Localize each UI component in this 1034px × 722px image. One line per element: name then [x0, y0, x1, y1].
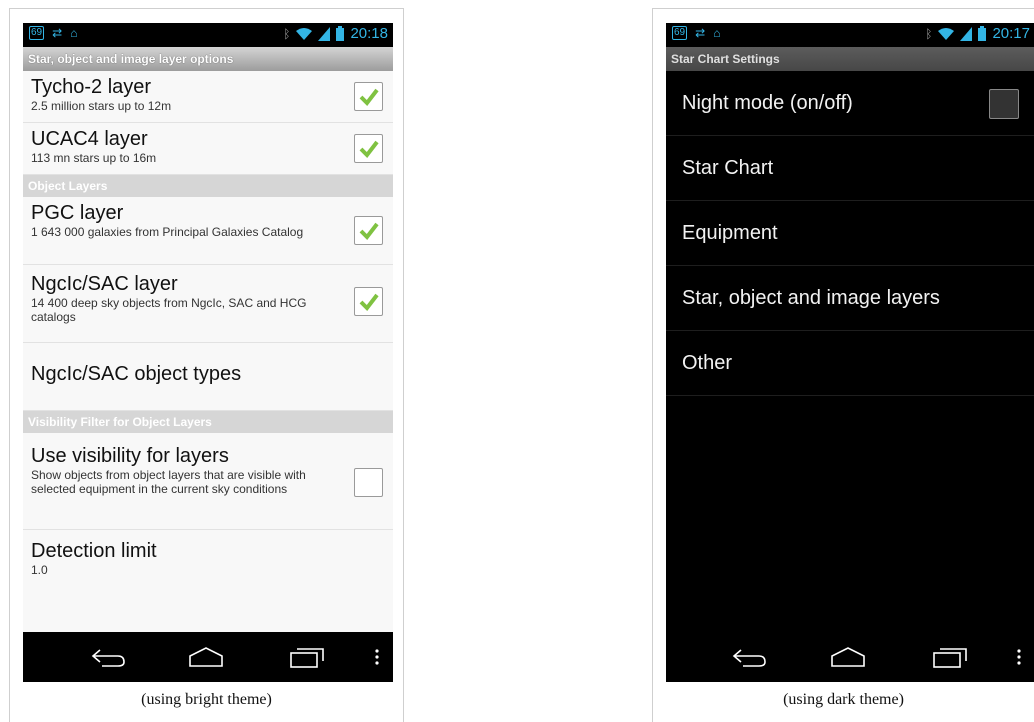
navigation-bar — [666, 632, 1034, 682]
ucac4-checkbox[interactable] — [354, 134, 383, 163]
home-notification-icon: ⌂ — [70, 26, 78, 40]
navigation-bar — [23, 632, 393, 682]
pref-tycho2-layer[interactable]: Tycho-2 layer 2.5 million stars up to 12… — [23, 71, 393, 123]
pref-summary: 14 400 deep sky objects from NgcIc, SAC … — [31, 296, 307, 324]
pref-summary: 2.5 million stars up to 12m — [31, 99, 172, 113]
signal-icon — [318, 26, 331, 41]
clock: 20:17 — [992, 25, 1030, 42]
menu-item-label: Star, object and image layers — [682, 287, 940, 309]
menu-item-star-object-image-layers[interactable]: Star, object and image layers — [666, 266, 1034, 331]
pref-ucac4-layer[interactable]: UCAC4 layer 113 mn stars up to 16m — [23, 123, 393, 175]
recent-apps-icon[interactable] — [930, 644, 970, 670]
battery-icon — [336, 26, 345, 41]
home-icon[interactable] — [828, 644, 868, 670]
status-bar: 69 ⇄ ⌂ ᛒ 20:18 — [23, 23, 393, 47]
dark-phone-screen: 69 ⇄ ⌂ ᛒ 20:17 Star Chart Settings Night… — [666, 23, 1034, 682]
notification-icon: ⇄ — [52, 26, 63, 40]
home-notification-icon: ⌂ — [713, 26, 721, 40]
pref-ngcic-sac-layer[interactable]: NgcIc/SAC layer 14 400 deep sky objects … — [23, 265, 393, 343]
checkmark-icon — [359, 222, 379, 241]
menu-item-night-mode[interactable]: Night mode (on/off) — [666, 71, 1034, 136]
checkmark-icon — [359, 88, 379, 107]
menu-item-label: Other — [682, 352, 733, 374]
pref-title: Tycho-2 layer — [31, 76, 152, 98]
bright-theme-panel: 69 ⇄ ⌂ ᛒ 20:18 Star, object and image la… — [9, 8, 404, 722]
night-mode-checkbox[interactable] — [989, 89, 1019, 119]
menu-item-label: Star Chart — [682, 157, 774, 179]
section-header-object-layers: Object Layers — [23, 175, 393, 197]
tycho2-checkbox[interactable] — [354, 82, 383, 111]
overflow-menu-icon[interactable] — [1017, 649, 1021, 665]
use-visibility-checkbox[interactable] — [354, 468, 383, 497]
ngcic-sac-checkbox[interactable] — [354, 287, 383, 316]
recent-apps-icon[interactable] — [287, 644, 327, 670]
pref-use-visibility-for-layers[interactable]: Use visibility for layers Show objects f… — [23, 433, 393, 530]
checkmark-icon — [359, 140, 379, 159]
pref-title: Detection limit — [31, 540, 157, 562]
pref-summary: Show objects from object layers that are… — [31, 468, 306, 496]
pref-title: NgcIc/SAC object types — [31, 363, 242, 385]
back-icon[interactable] — [88, 644, 128, 670]
pref-ngcic-sac-object-types[interactable]: NgcIc/SAC object types — [23, 343, 393, 411]
bluetooth-icon: ᛒ — [925, 26, 933, 41]
notification-badge: 69 — [29, 26, 45, 40]
pref-summary: 1.0 — [31, 563, 48, 577]
pref-title: UCAC4 layer — [31, 128, 148, 150]
pref-title: Use visibility for layers — [31, 445, 229, 467]
menu-item-label: Night mode (on/off) — [682, 92, 853, 114]
bright-phone-screen: 69 ⇄ ⌂ ᛒ 20:18 Star, object and image la… — [23, 23, 393, 682]
screen-title: Star Chart Settings — [666, 47, 1034, 71]
battery-icon — [978, 26, 987, 41]
caption: (using dark theme) — [783, 691, 904, 708]
pref-title: NgcIc/SAC layer — [31, 273, 178, 295]
pref-summary: 1 643 000 galaxies from Principal Galaxi… — [31, 225, 304, 239]
signal-icon — [960, 26, 973, 41]
back-icon[interactable] — [729, 644, 769, 670]
bluetooth-icon: ᛒ — [283, 26, 291, 41]
status-bar: 69 ⇄ ⌂ ᛒ 20:17 — [666, 23, 1034, 47]
caption: (using bright theme) — [141, 691, 272, 708]
menu-item-equipment[interactable]: Equipment — [666, 201, 1034, 266]
clock: 20:18 — [350, 25, 388, 42]
checkmark-icon — [359, 293, 379, 312]
notification-icon: ⇄ — [695, 26, 706, 40]
wifi-icon — [296, 27, 313, 40]
menu-item-other[interactable]: Other — [666, 331, 1034, 396]
notification-badge: 69 — [672, 26, 688, 40]
home-icon[interactable] — [186, 644, 226, 670]
overflow-menu-icon[interactable] — [375, 649, 379, 665]
menu-item-label: Equipment — [682, 222, 778, 244]
dark-theme-panel: 69 ⇄ ⌂ ᛒ 20:17 Star Chart Settings Night… — [652, 8, 1034, 722]
pref-summary: 113 mn stars up to 16m — [31, 151, 157, 165]
screen-title: Star, object and image layer options — [23, 47, 393, 71]
menu-item-star-chart[interactable]: Star Chart — [666, 136, 1034, 201]
pgc-checkbox[interactable] — [354, 216, 383, 245]
pref-pgc-layer[interactable]: PGC layer 1 643 000 galaxies from Princi… — [23, 197, 393, 265]
section-header-visibility-filter: Visibility Filter for Object Layers — [23, 411, 393, 433]
pref-title: PGC layer — [31, 202, 124, 224]
wifi-icon — [938, 27, 955, 40]
pref-detection-limit[interactable]: Detection limit 1.0 — [23, 530, 393, 590]
